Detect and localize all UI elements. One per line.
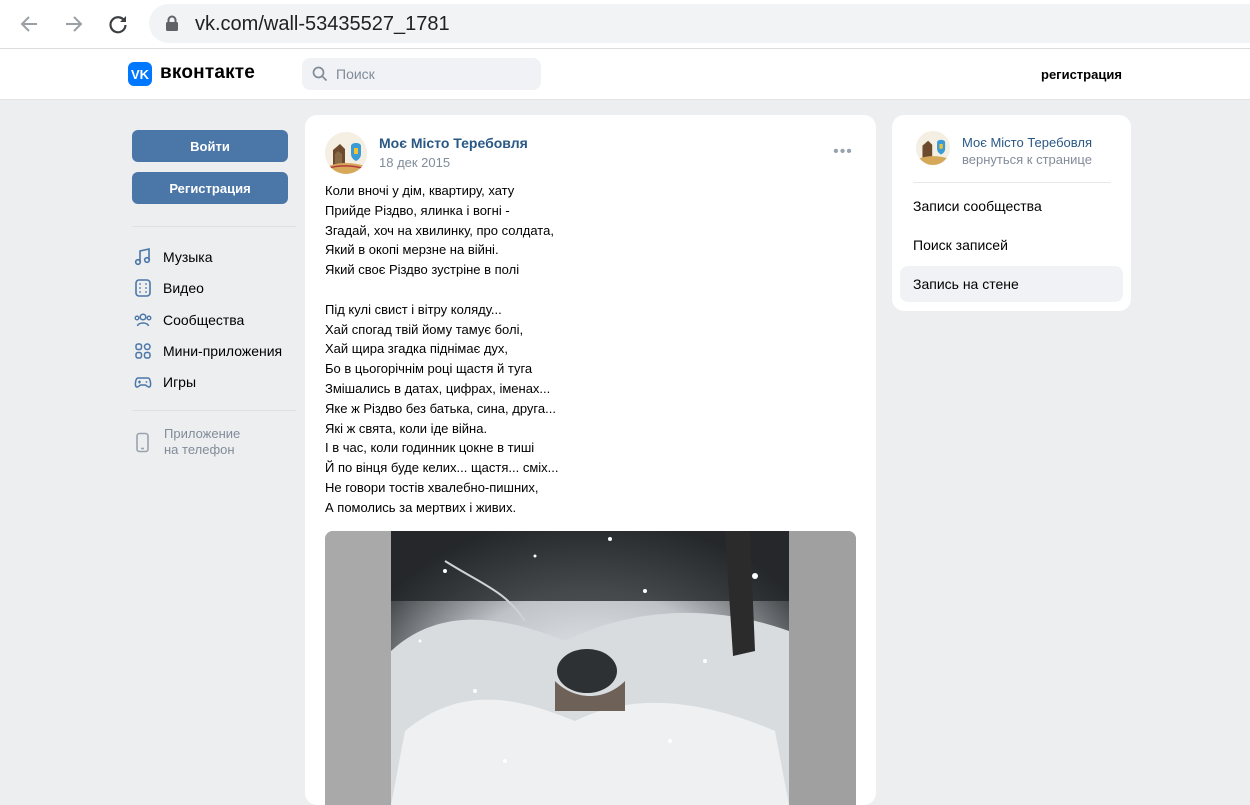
login-button[interactable]: Войти [132,130,288,162]
sidebar-item-label: Сообщества [163,312,245,328]
post-line [325,280,855,300]
post-line: Який в окопі мерзне на війні. [325,242,499,258]
vk-logo-icon[interactable]: VK [128,62,152,86]
arrow-left-icon [20,16,37,32]
video-icon [132,277,154,299]
address-bar[interactable]: vk.com/wall-53435527_1781 [149,4,1250,43]
sidebar-item-communities[interactable]: Сообщества [132,307,296,333]
post-line: Під кулі свист і вітру коляду... [325,301,502,317]
post-line: А помолись за мертвих і живих. [325,499,517,515]
post-line: Яке ж Різдво без батька, сина, друга... [325,400,556,416]
wall-post: Моє Місто Теребовля 18 дек 2015 ••• Коли… [305,115,876,805]
back-button[interactable] [14,9,44,39]
search-box[interactable] [302,58,541,90]
games-icon [132,371,154,393]
app-promo-line2: на телефон [164,442,235,457]
music-icon [132,246,154,268]
post-line: Згадай, хоч на хвилинку, про солдата, [325,222,554,238]
nav-item-search-posts[interactable]: Поиск записей [900,227,1123,263]
communities-icon [132,309,154,331]
sidebar-item-mini-apps[interactable]: Мини-приложения [132,338,296,364]
nav-item-label: Запись на стене [913,276,1019,292]
community-name-link[interactable]: Моє Місто Теребовля [962,135,1092,150]
nav-item-wall-post[interactable]: Запись на стене [900,266,1123,302]
reload-icon [109,16,127,34]
sidebar-item-label: Мини-приложения [163,343,283,359]
sidebar-item-games[interactable]: Игры [132,369,296,395]
post-author[interactable]: Моє Місто Теребовля [379,135,528,151]
post-line: Хай спогад твій йому тамує болі, [325,321,524,337]
browser-toolbar: vk.com/wall-53435527_1781 [0,0,1250,49]
post-line: Й по вінця буде келих... щастя... сміх..… [325,460,559,476]
post-line: Хай щира згадка піднімає дух, [325,341,509,357]
community-nav-card: Моє Місто Теребовля вернуться к странице… [892,115,1131,311]
post-line: Який своє Різдво зустріне в полі [325,262,520,278]
register-button[interactable]: Регистрация [132,172,288,204]
post-line: Не говори тостів хвалебно-пишних, [325,479,539,495]
sidebar-divider [132,410,296,411]
header-register-link[interactable]: регистрация [1041,67,1122,82]
sidebar-item-music[interactable]: Музыка [132,244,296,270]
back-to-page-link[interactable]: вернуться к странице [962,152,1092,167]
post-photo[interactable] [325,531,856,805]
arrow-right-icon [66,16,83,32]
post-line: Коли вночі у дім, квартиру, хату [325,183,515,198]
post-line: Прийде Різдво, ялинка і вогні - [325,202,510,218]
post-date[interactable]: 18 дек 2015 [379,155,450,170]
nav-item-label: Записи сообщества [913,198,1042,214]
community-avatar[interactable] [325,132,367,174]
reload-button[interactable] [103,9,133,39]
phone-icon [136,432,149,453]
post-line: Бо в цьогорічнім році щастя й туга [325,361,533,377]
post-line: І в час, коли годинник цокне в тиші [325,440,535,456]
forward-button[interactable] [59,9,89,39]
sidebar-item-label: Игры [163,374,197,390]
search-input[interactable] [336,58,531,90]
post-line: Які ж свята, коли іде війна. [325,420,488,436]
app-promo-line1: Приложение [164,426,241,441]
app-promo-link[interactable]: Приложение на телефон [132,425,296,461]
nav-item-label: Поиск записей [913,237,1008,253]
post-text: Коли вночі у дім, квартиру, хату Прийде … [325,181,855,518]
sidebar-item-label: Музыка [163,249,213,265]
sidebar-item-label: Видео [163,280,204,296]
sidebar-item-video[interactable]: Видео [132,275,296,301]
more-options-icon[interactable]: ••• [833,143,853,160]
card-divider [913,182,1111,183]
nav-item-community-posts[interactable]: Записи сообщества [900,188,1123,224]
logo-text[interactable]: вконтакте [160,62,255,84]
mini-apps-icon [132,340,154,362]
search-icon [312,66,328,82]
url-text: vk.com/wall-53435527_1781 [195,13,450,35]
site-header: VK вконтакте регистрация [0,49,1250,100]
sidebar-divider [132,226,296,227]
post-line: Змішались в датах, цифрах, іменах... [325,380,551,396]
community-avatar-small[interactable] [916,131,950,165]
lock-icon [166,15,178,31]
